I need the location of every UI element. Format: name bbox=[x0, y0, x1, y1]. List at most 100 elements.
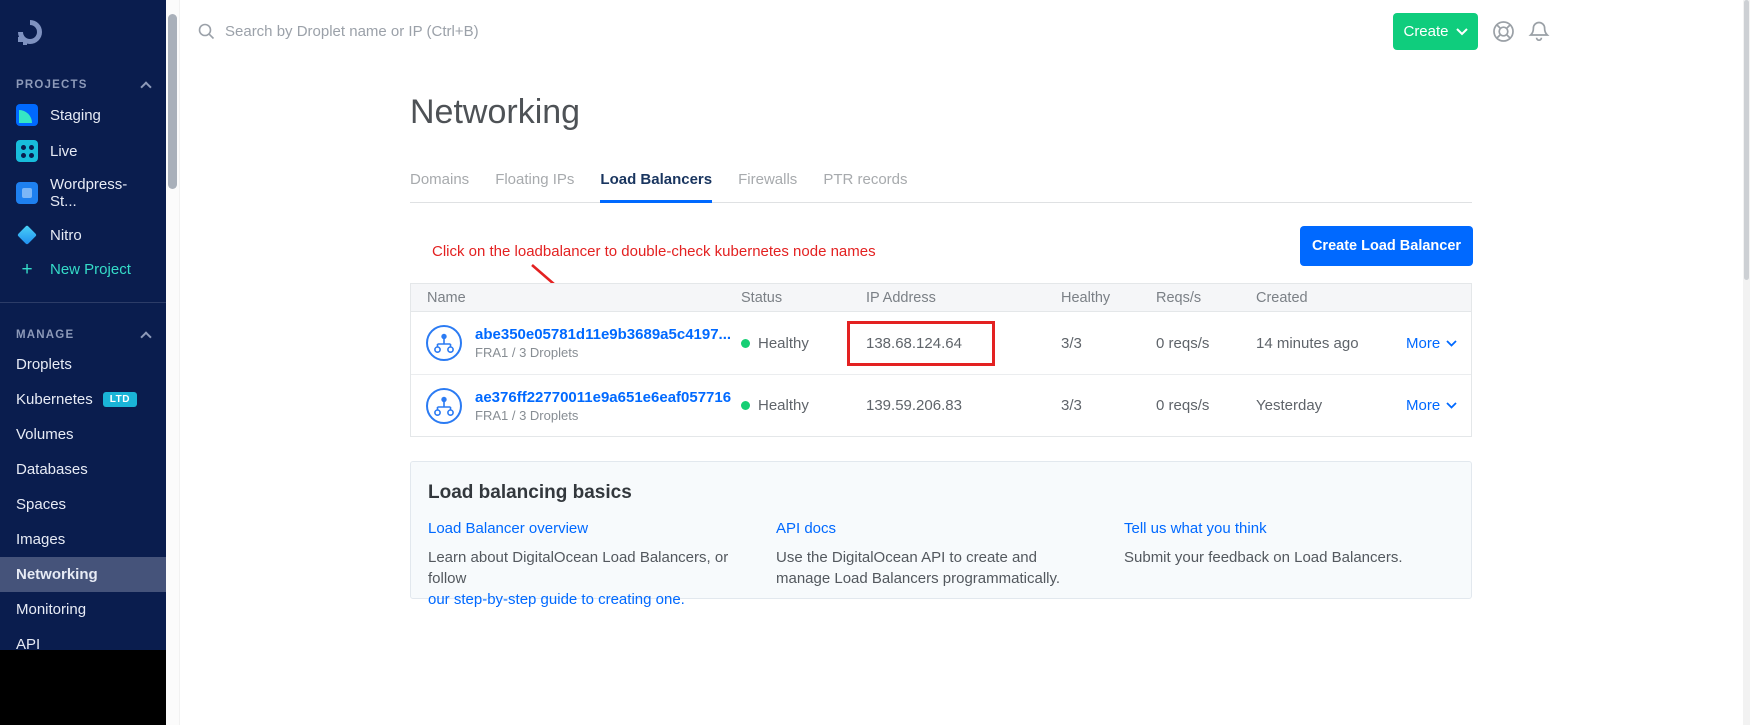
sidebar-item-wordpress[interactable]: Wordpress-St... bbox=[0, 169, 166, 217]
tab-firewalls[interactable]: Firewalls bbox=[738, 171, 797, 202]
more-label: More bbox=[1406, 397, 1440, 414]
load-balancer-overview-link[interactable]: Load Balancer overview bbox=[428, 520, 588, 537]
sidebar-item-staging[interactable]: Staging bbox=[0, 97, 166, 133]
load-balancer-name-link[interactable]: ae376ff22770011e9a651e6eaf057716 bbox=[475, 389, 731, 406]
sidebar-item-label: Droplets bbox=[16, 356, 72, 373]
sidebar-item-droplets[interactable]: Droplets bbox=[0, 347, 166, 382]
sidebar-item-label: Kubernetes bbox=[16, 391, 93, 408]
more-menu-button[interactable]: More bbox=[1406, 397, 1471, 414]
feedback-link[interactable]: Tell us what you think bbox=[1124, 520, 1267, 537]
sidebar-scrollbar-thumb[interactable] bbox=[168, 14, 177, 189]
tab-ptr-records[interactable]: PTR records bbox=[823, 171, 907, 202]
more-menu-button[interactable]: More bbox=[1406, 335, 1471, 352]
healthy-status-dot bbox=[741, 339, 750, 348]
healthy-count: 3/3 bbox=[1061, 335, 1156, 352]
column-header-name: Name bbox=[411, 290, 741, 306]
create-button[interactable]: Create bbox=[1393, 13, 1478, 50]
column-header-created: Created bbox=[1256, 290, 1406, 306]
chevron-down-icon bbox=[1446, 402, 1457, 409]
digitalocean-control-panel: PROJECTS Staging Live Wordpress-St... Ni… bbox=[0, 0, 1750, 725]
main-content: Networking Domains Floating IPs Load Bal… bbox=[180, 63, 1743, 725]
create-load-balancer-button[interactable]: Create Load Balancer bbox=[1300, 226, 1473, 266]
nitro-project-icon bbox=[16, 224, 38, 246]
topbar: Create bbox=[180, 0, 1743, 63]
manage-section-header[interactable]: MANAGE bbox=[16, 329, 150, 341]
search-bar bbox=[198, 0, 655, 63]
load-balancer-subtext: FRA1 / 3 Droplets bbox=[475, 408, 731, 423]
sidebar-item-label: Live bbox=[50, 143, 78, 160]
healthy-status-dot bbox=[741, 401, 750, 410]
status-label: Healthy bbox=[758, 335, 809, 352]
sidebar-scrollbar-track[interactable] bbox=[166, 0, 180, 725]
window-scrollbar-thumb[interactable] bbox=[1744, 0, 1749, 280]
sidebar-divider bbox=[0, 302, 166, 303]
column-header-status: Status bbox=[741, 290, 866, 306]
sidebar-bottom-filler bbox=[0, 650, 166, 725]
search-input[interactable] bbox=[225, 23, 655, 40]
staging-project-icon bbox=[16, 104, 38, 126]
sidebar-item-volumes[interactable]: Volumes bbox=[0, 417, 166, 452]
plus-icon: + bbox=[16, 260, 38, 279]
page-title: Networking bbox=[410, 93, 580, 132]
sidebar-item-label: Images bbox=[16, 531, 65, 548]
sidebar-item-kubernetes[interactable]: Kubernetes LTD bbox=[0, 382, 166, 417]
sidebar-item-images[interactable]: Images bbox=[0, 522, 166, 557]
column-header-ip: IP Address bbox=[866, 290, 1061, 306]
tab-domains[interactable]: Domains bbox=[410, 171, 469, 202]
load-balancer-name-link[interactable]: abe350e05781d11e9b3689a5c4197... bbox=[475, 326, 731, 343]
new-project-label: New Project bbox=[50, 261, 131, 278]
column-header-reqs: Reqs/s bbox=[1156, 290, 1256, 306]
healthy-count: 3/3 bbox=[1061, 397, 1156, 414]
tab-load-balancers[interactable]: Load Balancers bbox=[600, 171, 712, 202]
sidebar-item-label: Databases bbox=[16, 461, 88, 478]
networking-tabs: Domains Floating IPs Load Balancers Fire… bbox=[410, 171, 1472, 203]
basics-column-api: API docs Use the DigitalOcean API to cre… bbox=[776, 520, 1124, 610]
window-scrollbar-track[interactable] bbox=[1743, 0, 1750, 725]
sidebar-item-label: Monitoring bbox=[16, 601, 86, 618]
sidebar-item-label: Nitro bbox=[50, 227, 82, 244]
chevron-down-icon bbox=[1456, 28, 1468, 36]
sidebar-item-label: Volumes bbox=[16, 426, 74, 443]
sidebar-item-label: Staging bbox=[50, 107, 101, 124]
basics-column-feedback: Tell us what you think Submit your feedb… bbox=[1124, 520, 1471, 610]
support-icon[interactable] bbox=[1492, 20, 1515, 48]
sidebar-item-nitro[interactable]: Nitro bbox=[0, 217, 166, 253]
sidebar-item-spaces[interactable]: Spaces bbox=[0, 487, 166, 522]
sidebar-item-label: Spaces bbox=[16, 496, 66, 513]
new-project-button[interactable]: + New Project bbox=[0, 253, 166, 286]
digitalocean-logo-icon[interactable] bbox=[14, 16, 166, 53]
basics-title: Load balancing basics bbox=[428, 482, 1471, 504]
sidebar-item-databases[interactable]: Databases bbox=[0, 452, 166, 487]
column-header-healthy: Healthy bbox=[1061, 290, 1156, 306]
tab-floating-ips[interactable]: Floating IPs bbox=[495, 171, 574, 202]
ip-address-highlight-box: 138.68.124.64 bbox=[847, 321, 995, 366]
load-balancer-subtext: FRA1 / 3 Droplets bbox=[475, 345, 731, 360]
ip-address: 138.68.124.64 bbox=[866, 335, 962, 352]
sidebar-item-live[interactable]: Live bbox=[0, 133, 166, 169]
wordpress-project-icon bbox=[16, 182, 38, 204]
ip-address: 139.59.206.83 bbox=[866, 397, 1061, 414]
live-project-icon bbox=[16, 140, 38, 162]
chevron-up-icon bbox=[140, 81, 151, 92]
load-balancer-table: Name Status IP Address Healthy Reqs/s Cr… bbox=[410, 283, 1472, 437]
basics-text: Learn about DigitalOcean Load Balancers,… bbox=[428, 549, 728, 587]
notifications-bell-icon[interactable] bbox=[1528, 20, 1550, 49]
step-by-step-guide-link[interactable]: our step-by-step guide to creating one. bbox=[428, 591, 685, 608]
requests-per-second: 0 reqs/s bbox=[1156, 335, 1256, 352]
projects-header-label: PROJECTS bbox=[16, 79, 88, 91]
sidebar-item-networking[interactable]: Networking bbox=[0, 557, 166, 592]
load-balancer-icon bbox=[425, 387, 463, 425]
basics-text: Use the DigitalOcean API to create and m… bbox=[776, 547, 1094, 589]
table-header-row: Name Status IP Address Healthy Reqs/s Cr… bbox=[411, 284, 1471, 312]
search-icon bbox=[198, 23, 215, 40]
projects-section-header[interactable]: PROJECTS bbox=[16, 79, 150, 91]
api-docs-link[interactable]: API docs bbox=[776, 520, 836, 537]
status-label: Healthy bbox=[758, 397, 809, 414]
created-time: Yesterday bbox=[1256, 397, 1406, 414]
sidebar-item-monitoring[interactable]: Monitoring bbox=[0, 592, 166, 627]
load-balancing-basics-card: Load balancing basics Load Balancer over… bbox=[410, 461, 1472, 599]
sidebar: PROJECTS Staging Live Wordpress-St... Ni… bbox=[0, 0, 166, 650]
table-row: abe350e05781d11e9b3689a5c4197... FRA1 / … bbox=[411, 312, 1471, 374]
requests-per-second: 0 reqs/s bbox=[1156, 397, 1256, 414]
created-time: 14 minutes ago bbox=[1256, 335, 1406, 352]
